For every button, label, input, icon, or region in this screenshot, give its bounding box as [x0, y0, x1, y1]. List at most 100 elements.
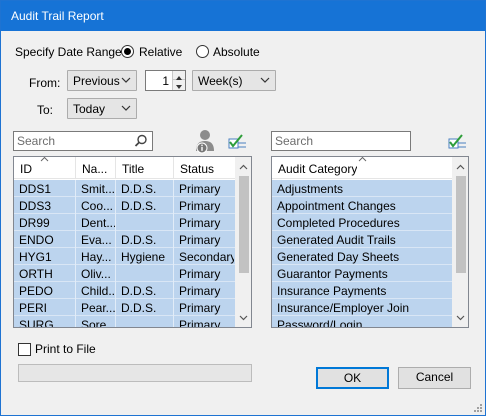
print-to-file-label[interactable]: Print to File: [35, 342, 96, 356]
provider-row[interactable]: HYG1 Hay... Hygiene Secondary: [14, 248, 235, 265]
provider-cell-name: Smit...: [76, 180, 116, 197]
column-header-name[interactable]: Na...: [76, 157, 116, 179]
spin-up-button[interactable]: [173, 71, 185, 80]
provider-cell-title-text: Hygiene: [121, 250, 166, 264]
category-row[interactable]: Password/Login: [272, 316, 452, 327]
provider-cell-status-text: Primary: [179, 233, 221, 247]
cancel-button-label: Cancel: [415, 370, 454, 384]
provider-cell-id-text: ENDO: [19, 233, 54, 247]
category-grid[interactable]: Audit Category Adjustments Appointment Ch…: [271, 156, 469, 328]
provider-row[interactable]: SURG Sore... Primary: [14, 316, 235, 328]
resize-grip-icon[interactable]: [473, 403, 483, 413]
provider-cell-title: D.D.S.: [116, 299, 174, 316]
column-header-status[interactable]: Status: [174, 157, 235, 179]
provider-cell-name-text: Sore...: [81, 318, 115, 328]
column-header-id[interactable]: ID: [14, 157, 76, 179]
category-row[interactable]: Completed Procedures: [272, 214, 452, 231]
provider-person-info-icon[interactable]: [194, 129, 216, 155]
provider-cell-name: Eva...: [76, 231, 116, 248]
absolute-radio[interactable]: [196, 45, 209, 58]
from-direction-dropdown[interactable]: Previous: [67, 70, 137, 91]
absolute-radio-label[interactable]: Absolute: [213, 45, 260, 59]
provider-cell-name-text: Hay...: [81, 250, 112, 264]
provider-scrollbar[interactable]: [235, 157, 251, 327]
provider-cell-status-text: Primary: [179, 301, 221, 315]
cancel-button[interactable]: Cancel: [398, 367, 471, 389]
provider-cell-id: DDS3: [14, 197, 76, 214]
ok-button[interactable]: OK: [316, 367, 389, 389]
to-value: Today: [73, 102, 106, 116]
category-row[interactable]: Appointment Changes: [272, 197, 452, 214]
category-search-input[interactable]: Search: [271, 131, 411, 151]
scroll-up-icon[interactable]: [239, 164, 248, 170]
category-row-label: Generated Audit Trails: [277, 233, 396, 247]
category-row-label: Adjustments: [277, 182, 344, 196]
from-amount-spinner[interactable]: 1: [145, 70, 186, 91]
category-scroll-thumb[interactable]: [456, 176, 466, 273]
column-header-title-label: Title: [122, 162, 145, 176]
provider-cell-id-text: HYG1: [19, 250, 52, 264]
column-header-id-label: ID: [20, 162, 32, 176]
scroll-down-icon[interactable]: [456, 315, 465, 321]
category-row[interactable]: Adjustments: [272, 180, 452, 197]
provider-cell-status: Primary: [174, 299, 235, 316]
from-unit-dropdown[interactable]: Week(s): [192, 70, 276, 91]
provider-cell-title: D.D.S.: [116, 197, 174, 214]
print-to-file-checkbox[interactable]: [18, 343, 31, 356]
provider-cell-name: Hay...: [76, 248, 116, 265]
provider-row[interactable]: DDS3 Coo... D.D.S. Primary: [14, 197, 235, 214]
scroll-up-icon[interactable]: [456, 164, 465, 170]
category-row[interactable]: Insurance Payments: [272, 282, 452, 299]
category-row[interactable]: Insurance/Employer Join: [272, 299, 452, 316]
to-dropdown[interactable]: Today: [67, 98, 137, 119]
column-header-title[interactable]: Title: [116, 157, 174, 179]
column-header-name-label: Na...: [82, 162, 108, 176]
window-title: Audit Trail Report: [11, 9, 104, 23]
provider-cell-title: D.D.S.: [116, 282, 174, 299]
provider-cell-title-text: D.D.S.: [121, 199, 157, 213]
provider-cell-title: D.D.S.: [116, 180, 174, 197]
provider-cell-id: DDS1: [14, 180, 76, 197]
to-label: To:: [37, 103, 54, 117]
provider-cell-title-text: D.D.S.: [121, 182, 157, 196]
provider-cell-title: [116, 265, 174, 282]
provider-cell-status: Primary: [174, 231, 235, 248]
relative-radio-label[interactable]: Relative: [139, 45, 182, 59]
provider-cell-id-text: PERI: [19, 301, 48, 315]
provider-row[interactable]: ORTH Oliv... Primary: [14, 265, 235, 282]
provider-row[interactable]: DR99 Dent... Primary: [14, 214, 235, 231]
provider-cell-title-text: D.D.S.: [121, 284, 157, 298]
provider-row[interactable]: ENDO Eva... D.D.S. Primary: [14, 231, 235, 248]
from-unit-value: Week(s): [198, 74, 243, 88]
provider-cell-name: Pear...: [76, 299, 116, 316]
provider-cell-id: HYG1: [14, 248, 76, 265]
category-select-all-checklist-icon[interactable]: [447, 133, 467, 151]
provider-row[interactable]: DDS1 Smit... D.D.S. Primary: [14, 180, 235, 197]
category-scrollbar[interactable]: [452, 157, 468, 327]
category-row[interactable]: Guarantor Payments: [272, 265, 452, 282]
column-header-audit-category[interactable]: Audit Category: [272, 157, 452, 179]
provider-cell-status-text: Primary: [179, 284, 221, 298]
provider-grid[interactable]: ID Na... Title Status DDS1 Smit... D.D.S. P…: [13, 156, 252, 328]
provider-search-input[interactable]: Search: [13, 131, 153, 151]
provider-select-all-checklist-icon[interactable]: [227, 133, 247, 151]
provider-cell-name-text: Oliv...: [81, 267, 111, 281]
provider-cell-id: PEDO: [14, 282, 76, 299]
provider-row[interactable]: PERI Pear... D.D.S. Primary: [14, 299, 235, 316]
chevron-down-icon: [176, 85, 182, 89]
provider-cell-title-text: D.D.S.: [121, 301, 157, 315]
category-row[interactable]: Generated Day Sheets: [272, 248, 452, 265]
provider-cell-id: SURG: [14, 316, 76, 327]
provider-row[interactable]: PEDO Child... D.D.S. Primary: [14, 282, 235, 299]
provider-cell-status-text: Secondary: [179, 250, 234, 264]
provider-cell-name: Sore...: [76, 316, 116, 328]
scroll-down-icon[interactable]: [239, 315, 248, 321]
column-header-audit-category-label: Audit Category: [278, 162, 358, 176]
category-row[interactable]: Generated Audit Trails: [272, 231, 452, 248]
spinner-buttons: [172, 71, 185, 90]
provider-scroll-thumb[interactable]: [239, 176, 249, 273]
provider-cell-status: Primary: [174, 316, 235, 327]
relative-radio[interactable]: [121, 45, 134, 58]
spin-down-button[interactable]: [173, 80, 185, 89]
search-icon[interactable]: [134, 134, 148, 148]
